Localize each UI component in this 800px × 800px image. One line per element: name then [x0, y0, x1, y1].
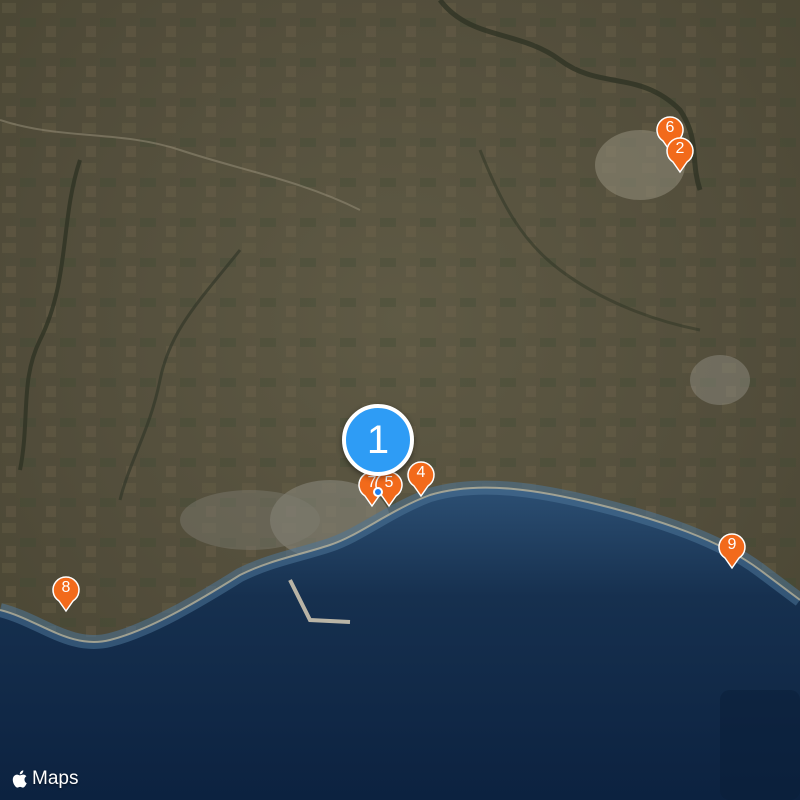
location-dot	[373, 487, 383, 497]
maps-attribution-label: Maps	[32, 768, 79, 789]
map-marker-4[interactable]: 4	[406, 460, 436, 498]
apple-logo-icon	[12, 770, 27, 788]
marker-label: 6	[665, 119, 675, 136]
marker-label: 4	[416, 464, 426, 481]
cluster-marker-label: 1	[366, 418, 390, 462]
map-marker-8[interactable]: 8	[51, 575, 81, 613]
map-marker-9[interactable]: 9	[717, 532, 747, 570]
map-marker-2[interactable]: 2	[665, 136, 695, 174]
cluster-marker-1[interactable]: 1	[342, 404, 414, 476]
marker-label: 2	[675, 140, 685, 157]
map-view[interactable]: 6 2 7 5 4 9 8 1 Maps	[0, 0, 800, 800]
marker-label: 8	[61, 579, 71, 596]
marker-label: 9	[727, 536, 737, 553]
maps-attribution[interactable]: Maps	[12, 768, 78, 790]
